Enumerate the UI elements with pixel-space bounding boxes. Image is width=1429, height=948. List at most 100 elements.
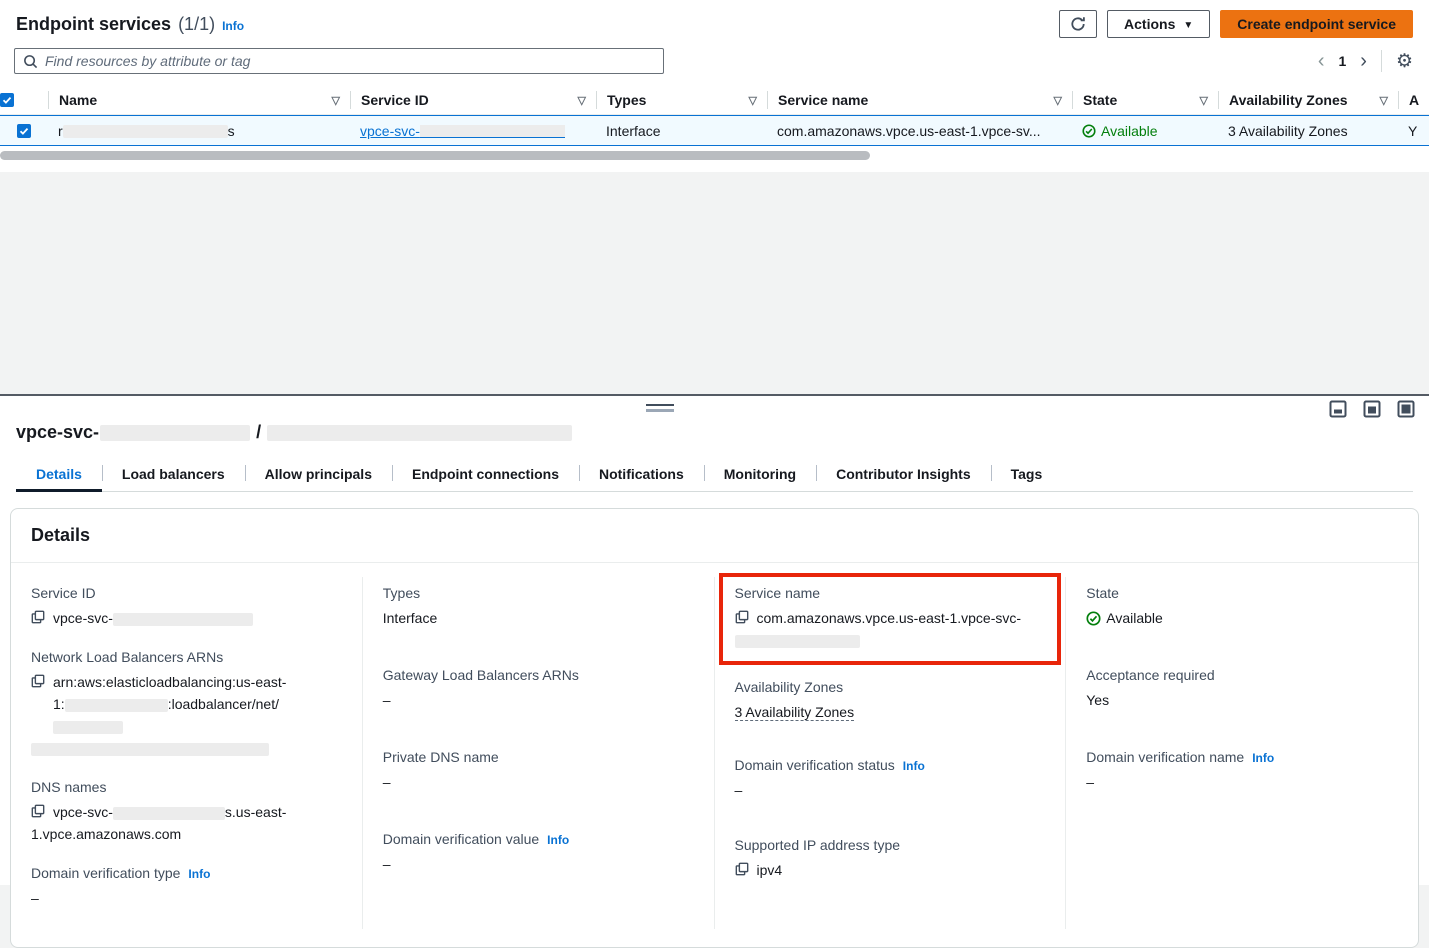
pagination: ‹ 1 › ⚙: [1318, 50, 1413, 73]
tab-bar: Details Load balancers Allow principals …: [16, 457, 1413, 492]
column-header-name[interactable]: Name ▽: [48, 91, 350, 109]
domain-verification-status-value: –: [735, 779, 1046, 801]
service-id-value: vpce-svc-: [53, 610, 113, 626]
dvv-info-link[interactable]: Info: [547, 833, 569, 847]
domain-verification-value-value: –: [383, 853, 694, 875]
nlb-arns-label: Network Load Balancers ARNs: [31, 649, 342, 665]
tab-load-balancers[interactable]: Load balancers: [102, 457, 245, 491]
redacted-text: [53, 721, 123, 734]
tab-tags[interactable]: Tags: [991, 457, 1063, 491]
dvn-info-link[interactable]: Info: [1252, 751, 1274, 765]
tab-monitoring[interactable]: Monitoring: [704, 457, 816, 491]
column-header-state[interactable]: State ▽: [1072, 91, 1218, 109]
copy-icon[interactable]: [31, 610, 45, 624]
split-panel-size-controls: [1329, 400, 1415, 418]
panel-bottom-half-icon[interactable]: [1363, 400, 1381, 418]
refresh-button[interactable]: [1059, 10, 1097, 38]
cell-acceptance-partial: Y: [1398, 123, 1429, 139]
column-header-service-id[interactable]: Service ID ▽: [350, 91, 596, 109]
sort-icon[interactable]: ▽: [332, 94, 340, 107]
redacted-text: [65, 699, 168, 712]
column-label: Service ID: [361, 92, 429, 108]
sort-icon[interactable]: ▽: [1380, 94, 1388, 107]
tab-details[interactable]: Details: [16, 457, 102, 491]
service-id-link[interactable]: vpce-svc-: [360, 123, 565, 139]
availability-zones-popover-link[interactable]: 3 Availability Zones: [735, 704, 855, 721]
page-number[interactable]: 1: [1338, 53, 1346, 69]
domain-verification-type-value: –: [31, 887, 342, 909]
search-row: ‹ 1 › ⚙: [0, 46, 1429, 86]
state-value: Available: [1106, 607, 1163, 629]
tab-endpoint-connections[interactable]: Endpoint connections: [392, 457, 579, 491]
copy-icon[interactable]: [31, 674, 45, 688]
column-header-availability-zones[interactable]: Availability Zones ▽: [1218, 91, 1398, 109]
status-badge: Available: [1101, 123, 1158, 139]
endpoint-services-table: Name ▽ Service ID ▽ Types ▽ Service name…: [0, 86, 1429, 172]
dns-names-label: DNS names: [31, 779, 342, 795]
cell-service-name: com.amazonaws.vpce.us-east-1.vpce-sv...: [767, 123, 1072, 139]
details-card: Details Service ID vpce-svc- Network Loa…: [10, 508, 1419, 948]
header-info-link[interactable]: Info: [222, 19, 244, 33]
dvt-info-link[interactable]: Info: [188, 867, 210, 881]
chevron-down-icon: ▼: [1183, 20, 1193, 31]
column-header-types[interactable]: Types ▽: [596, 91, 767, 109]
scrollbar-thumb[interactable]: [0, 151, 870, 160]
actions-button[interactable]: Actions ▼: [1107, 10, 1210, 38]
tab-notifications[interactable]: Notifications: [579, 457, 704, 491]
gear-icon[interactable]: ⚙: [1396, 50, 1413, 73]
supported-ip-value: ipv4: [757, 859, 783, 881]
service-name-highlight-box: Service name com.amazonaws.vpce.us-east-…: [719, 573, 1062, 665]
sort-icon[interactable]: ▽: [1200, 94, 1208, 107]
availability-zones-popover-link[interactable]: 3 Availability Zones: [1228, 123, 1348, 139]
table-row[interactable]: r s vpce-svc- Interface com.amazonaws.vpc…: [0, 115, 1429, 146]
cell-state: Available: [1072, 123, 1218, 139]
page-title: Endpoint services: [16, 14, 171, 35]
details-column-1: Service ID vpce-svc- Network Load Balanc…: [11, 577, 363, 929]
sort-icon[interactable]: ▽: [749, 94, 757, 107]
types-label: Types: [383, 585, 694, 601]
service-name-label: Service name: [735, 585, 1046, 601]
copy-icon[interactable]: [735, 610, 749, 624]
split-panel-title: vpce-svc- /: [0, 396, 1429, 443]
row-checkbox[interactable]: [17, 124, 31, 138]
redacted-text: [420, 125, 565, 138]
panel-full-icon[interactable]: [1397, 400, 1415, 418]
column-label: State: [1083, 92, 1117, 108]
dvs-info-link[interactable]: Info: [903, 759, 925, 773]
select-all-checkbox[interactable]: [0, 93, 14, 107]
copy-icon[interactable]: [31, 804, 45, 818]
copy-icon[interactable]: [735, 862, 749, 876]
panel-bottom-small-icon[interactable]: [1329, 400, 1347, 418]
column-header-acceptance-partial[interactable]: A: [1398, 91, 1429, 109]
search-input[interactable]: [45, 53, 655, 69]
table-header-row: Name ▽ Service ID ▽ Types ▽ Service name…: [0, 86, 1429, 115]
cell-types: Interface: [596, 123, 767, 139]
domain-verification-status-label: Domain verification status: [735, 757, 895, 773]
tab-allow-principals[interactable]: Allow principals: [245, 457, 392, 491]
create-endpoint-service-button[interactable]: Create endpoint service: [1220, 10, 1413, 38]
cell-service-id: vpce-svc-: [350, 123, 596, 139]
service-name-value: com.amazonaws.vpce.us-east-1.vpce-svc-: [757, 607, 1022, 651]
prev-page-icon[interactable]: ‹: [1318, 51, 1325, 71]
column-header-service-name[interactable]: Service name ▽: [767, 91, 1072, 109]
acceptance-required-label: Acceptance required: [1086, 667, 1398, 683]
split-panel-drag-handle[interactable]: [646, 404, 674, 412]
name-text: s: [228, 123, 235, 139]
search-box[interactable]: [14, 48, 664, 74]
availability-zones-label: Availability Zones: [735, 679, 1046, 695]
service-id-text: vpce-svc-: [360, 123, 420, 139]
name-text: r: [58, 123, 63, 139]
create-button-label: Create endpoint service: [1237, 16, 1396, 32]
tab-contributor-insights[interactable]: Contributor Insights: [816, 457, 991, 491]
domain-verification-value-label: Domain verification value: [383, 831, 539, 847]
column-label: Service name: [778, 92, 868, 108]
dns-name-value: vpce-svc-s.us-east-1.vpce.amazonaws.com: [53, 801, 286, 845]
page-header: Endpoint services (1/1) Info Actions ▼ C…: [0, 0, 1429, 46]
select-all-checkbox-cell: [0, 91, 48, 109]
next-page-icon[interactable]: ›: [1360, 51, 1367, 71]
details-column-4: State Available Acceptance required Yes …: [1066, 577, 1418, 929]
pager-divider: [1381, 50, 1382, 72]
sort-icon[interactable]: ▽: [1054, 94, 1062, 107]
sort-icon[interactable]: ▽: [578, 94, 586, 107]
status-available-icon: [1086, 611, 1101, 626]
